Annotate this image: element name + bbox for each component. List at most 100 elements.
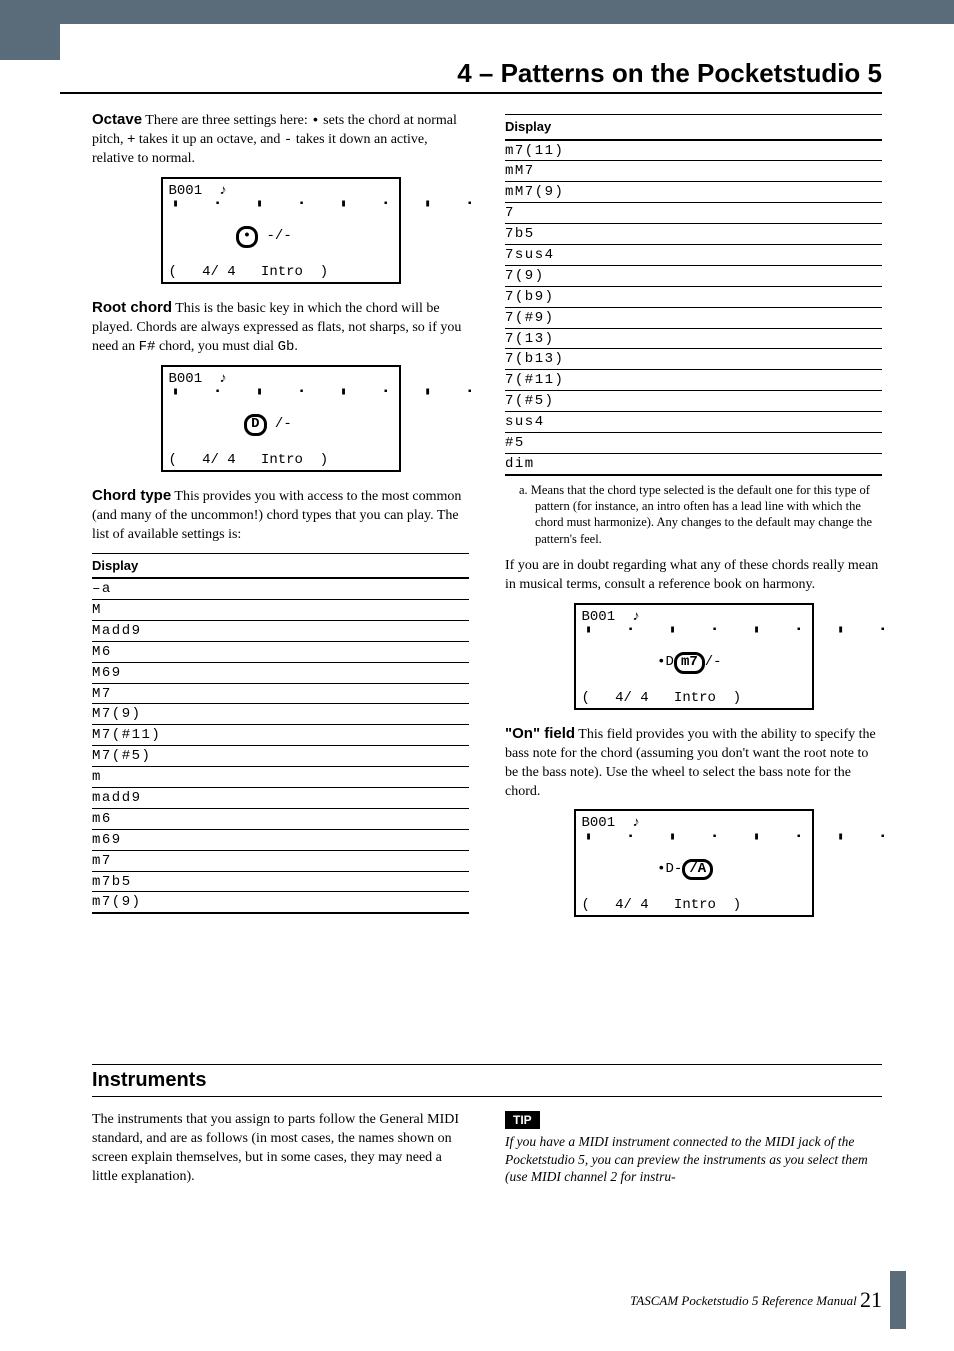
table-row: 7(#11) xyxy=(505,370,882,391)
lcd-on-line3: •D-/A xyxy=(582,843,806,897)
footer-text: TASCAM Pocketstudio 5 Reference Manual xyxy=(630,1293,860,1308)
chord-table-left-head: Display xyxy=(92,553,469,580)
root-heading: Root chord xyxy=(92,299,172,316)
lcd-chordtype: B001 ♪ ▮ ▪ ▮ ▪ ▮ ▪ ▮ ▪ •Dm7/- ( 4/ 4 Int… xyxy=(574,603,814,710)
table-row: #5 xyxy=(505,433,882,454)
table-row: 7b5 xyxy=(505,224,882,245)
table-row: 7(b9) xyxy=(505,287,882,308)
instruments-heading: Instruments xyxy=(92,1067,882,1094)
instruments-right: TIP If you have a MIDI instrument connec… xyxy=(505,1111,882,1195)
table-row: mM7 xyxy=(505,161,882,182)
lcd-on-pre: •D- xyxy=(649,861,683,877)
octave-text-a: There are three settings here: xyxy=(142,113,311,128)
lcd-octave-rest: -/- xyxy=(258,228,292,244)
lcd-octave-line4: ( 4/ 4 Intro ) xyxy=(169,264,393,280)
table-row: m7(9) xyxy=(92,892,469,914)
table-row: sus4 xyxy=(505,412,882,433)
table-row: m7b5 xyxy=(92,872,469,893)
table-row: mM7(9) xyxy=(505,182,882,203)
tip-label: TIP xyxy=(505,1111,540,1129)
table-row: M7(#5) xyxy=(92,746,469,767)
table-row: M xyxy=(92,600,469,621)
lcd-chord-line4: ( 4/ 4 Intro ) xyxy=(582,690,806,706)
root-para: Root chord This is the basic key in whic… xyxy=(92,298,469,357)
table-row: m6 xyxy=(92,809,469,830)
onfield-heading: "On" field xyxy=(505,725,575,742)
lcd-octave-line1: B001 ♪ xyxy=(169,183,393,199)
chapter-title: 4 – Patterns on the Pocketstudio 5 xyxy=(457,56,882,91)
table-row: m69 xyxy=(92,830,469,851)
octave-dot: • xyxy=(311,113,319,129)
left-column: Octave There are three settings here: • … xyxy=(92,110,469,931)
top-stripe xyxy=(0,0,954,24)
table-row: –a xyxy=(92,579,469,600)
table-row: 7 xyxy=(505,203,882,224)
chord-table-right-head: Display xyxy=(505,114,882,141)
lcd-on-dots: ▮ ▪ ▮ ▪ ▮ ▪ ▮ ▪ xyxy=(582,832,806,844)
instruments-para: The instruments that you assign to parts… xyxy=(92,1111,469,1187)
table-row: m xyxy=(92,767,469,788)
lcd-octave-cursor: • xyxy=(236,226,258,247)
octave-text-c: takes it up an octave, and xyxy=(135,132,284,147)
table-row: 7(#5) xyxy=(505,391,882,412)
instruments-section: Instruments The instruments that you ass… xyxy=(92,1064,882,1195)
lcd-root: B001 ♪ ▮ ▪ ▮ ▪ ▮ ▪ ▮ ▪ D /- ( 4/ 4 Intro… xyxy=(161,365,401,472)
right-column: Display m7(11)mM7mM7(9)77b57sus47(9)7(b9… xyxy=(505,110,882,931)
table-row: dim xyxy=(505,454,882,476)
lcd-octave-line3: • -/- xyxy=(169,210,393,264)
table-row: 7(9) xyxy=(505,266,882,287)
table-footnote: a. Means that the chord type selected is… xyxy=(535,482,882,547)
table-row: 7(13) xyxy=(505,329,882,350)
doubt-para: If you are in doubt regarding what any o… xyxy=(505,557,882,595)
table-row: m7 xyxy=(92,851,469,872)
chord-table-left: Display –aMMadd9M6M69M7M7(9)M7(#11)M7(#5… xyxy=(92,553,469,915)
root-code2: Gb xyxy=(278,339,295,355)
tip-body: If you have a MIDI instrument connected … xyxy=(505,1133,882,1186)
table-row: M7(#11) xyxy=(92,725,469,746)
lcd-root-line3: D /- xyxy=(169,398,393,452)
page-footer: TASCAM Pocketstudio 5 Reference Manual 2… xyxy=(630,1285,882,1315)
table-row: Madd9 xyxy=(92,621,469,642)
chordtype-heading: Chord type xyxy=(92,487,171,504)
table-row: m7(11) xyxy=(505,141,882,162)
table-row: madd9 xyxy=(92,788,469,809)
octave-para: Octave There are three settings here: • … xyxy=(92,110,469,169)
instruments-left: The instruments that you assign to parts… xyxy=(92,1111,469,1195)
table-row: M7 xyxy=(92,684,469,705)
table-row: M6 xyxy=(92,642,469,663)
octave-heading: Octave xyxy=(92,111,142,128)
lcd-octave: B001 ♪ ▮ ▪ ▮ ▪ ▮ ▪ ▮ ▪ • -/- ( 4/ 4 Intr… xyxy=(161,177,401,284)
lcd-root-cursor: D xyxy=(244,414,266,435)
lcd-octave-dots: ▮ ▪ ▮ ▪ ▮ ▪ ▮ ▪ xyxy=(169,199,393,211)
chord-table-right: Display m7(11)mM7mM7(9)77b57sus47(9)7(b9… xyxy=(505,114,882,476)
lcd-on-cursor: /A xyxy=(682,859,713,880)
lcd-root-rest: /- xyxy=(267,416,292,432)
table-row: M7(9) xyxy=(92,704,469,725)
lcd-chord-dots: ▮ ▪ ▮ ▪ ▮ ▪ ▮ ▪ xyxy=(582,625,806,637)
root-text-b: chord, you must dial xyxy=(155,339,277,354)
lcd-chord-cursor: m7 xyxy=(674,652,705,673)
lcd-chord-line1: B001 ♪ xyxy=(582,609,806,625)
table-row: 7sus4 xyxy=(505,245,882,266)
root-code1: F# xyxy=(139,339,156,355)
onfield-para: "On" field This field provides you with … xyxy=(505,724,882,802)
lcd-on-line4: ( 4/ 4 Intro ) xyxy=(582,897,806,913)
corner-block xyxy=(0,0,60,60)
lcd-root-line4: ( 4/ 4 Intro ) xyxy=(169,452,393,468)
lcd-chord-rest: /- xyxy=(705,654,722,670)
chapter-rule xyxy=(60,92,882,94)
lcd-root-dots: ▮ ▪ ▮ ▪ ▮ ▪ ▮ ▪ xyxy=(169,387,393,399)
lcd-on-line1: B001 ♪ xyxy=(582,815,806,831)
two-column-body: Octave There are three settings here: • … xyxy=(92,110,882,931)
root-text-c: . xyxy=(294,339,298,354)
lcd-chord-line3: •Dm7/- xyxy=(582,636,806,690)
table-row: 7(#9) xyxy=(505,308,882,329)
chordtype-para: Chord type This provides you with access… xyxy=(92,486,469,545)
footer-tab xyxy=(890,1271,906,1329)
lcd-chord-pre: •D xyxy=(649,654,674,670)
page-number: 21 xyxy=(860,1287,882,1312)
lcd-root-line1: B001 ♪ xyxy=(169,371,393,387)
table-row: 7(b13) xyxy=(505,349,882,370)
table-row: M69 xyxy=(92,663,469,684)
lcd-onfield: B001 ♪ ▮ ▪ ▮ ▪ ▮ ▪ ▮ ▪ •D-/A ( 4/ 4 Intr… xyxy=(574,809,814,916)
